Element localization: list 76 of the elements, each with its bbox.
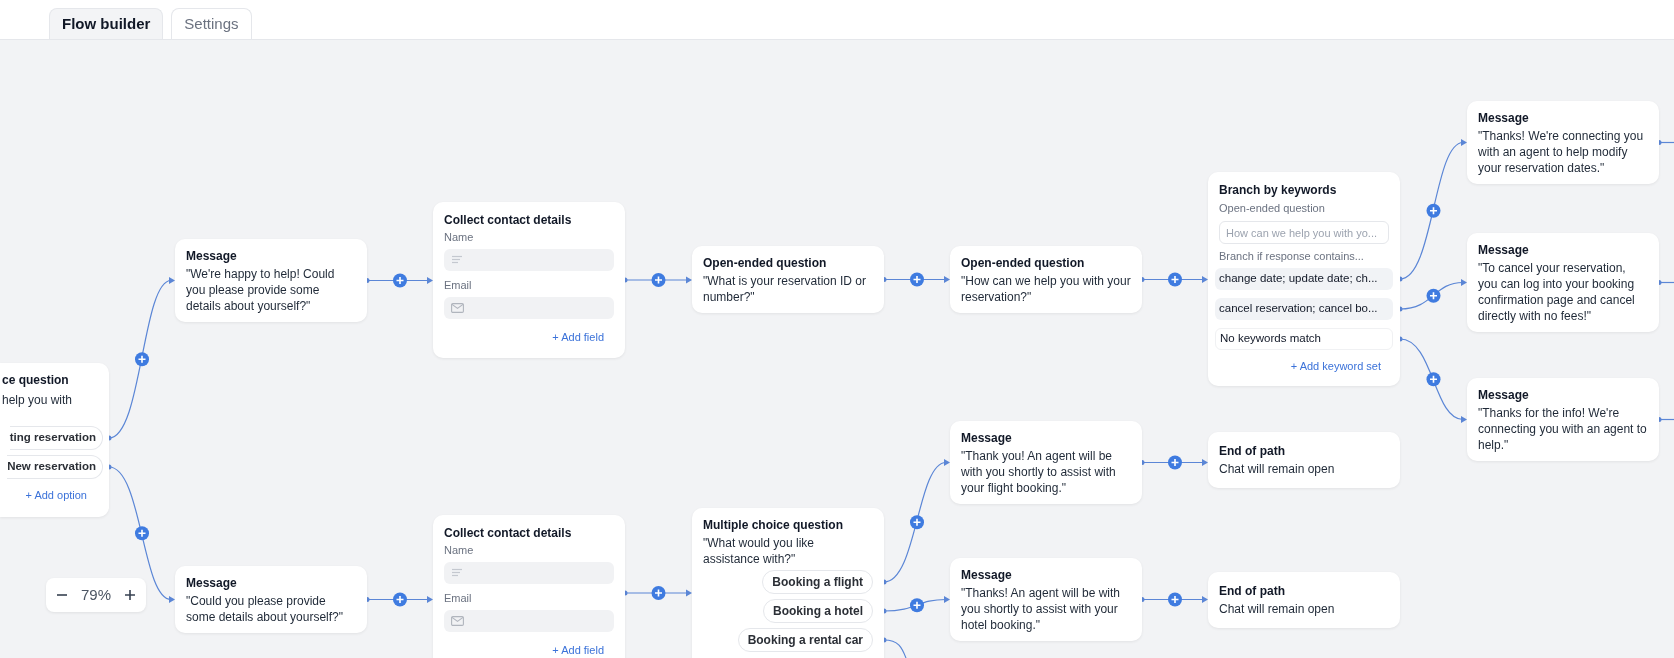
add-step-button[interactable] bbox=[1168, 592, 1182, 607]
card-title: Message bbox=[186, 575, 238, 591]
card-text: "What would you like assistance with?" bbox=[703, 535, 815, 567]
keyword-set[interactable]: change date; update date; ch... bbox=[1215, 268, 1393, 290]
zoom-in-button[interactable] bbox=[122, 587, 138, 603]
envelope-icon bbox=[451, 303, 464, 313]
add-step-button[interactable] bbox=[1426, 288, 1441, 303]
card-text: Chat will remain open bbox=[1219, 461, 1336, 477]
card-text: "Thank you! An agent will be with you shortly to assist with your flight booking." bbox=[961, 448, 1117, 496]
add-step-button[interactable] bbox=[910, 515, 924, 530]
card-text: "Thanks for the info! We're connecting you with an agent to help." bbox=[1478, 405, 1648, 453]
card-title: Message bbox=[961, 430, 1013, 446]
field-label: Name bbox=[444, 230, 475, 244]
add-step-button[interactable] bbox=[1426, 203, 1441, 218]
card-title: Message bbox=[186, 248, 238, 264]
input-field[interactable] bbox=[444, 249, 614, 271]
card-text: "Thanks! An agent will be with you shortly to assist with your hotel booking." bbox=[961, 585, 1121, 633]
add-step-button[interactable] bbox=[651, 586, 666, 600]
card-text: "How can we help you with your reservation?" bbox=[961, 273, 1131, 305]
card-title: ce question bbox=[2, 372, 70, 388]
input-field[interactable]: How can we help you with yo... bbox=[1219, 221, 1389, 244]
answer-option[interactable]: New reservation bbox=[7, 455, 103, 479]
field-label: Branch if response contains... bbox=[1219, 249, 1365, 263]
card-text: "What is your reservation ID or number?" bbox=[703, 273, 867, 305]
card-title: Collect contact details bbox=[444, 212, 573, 228]
answer-option[interactable]: Booking a rental car bbox=[737, 628, 873, 652]
add-link[interactable]: + Add field bbox=[444, 330, 614, 344]
card-title: End of path bbox=[1219, 583, 1286, 599]
card-text: "Thanks! We're connecting you with an agent to help modify your reservation dates." bbox=[1478, 128, 1645, 176]
input-field[interactable] bbox=[444, 562, 614, 584]
card-text: "We're happy to help! Could you please provide some details about yourself?" bbox=[186, 266, 336, 314]
answer-option[interactable]: Booking a flight bbox=[762, 570, 873, 594]
add-step-button[interactable] bbox=[135, 526, 149, 541]
card-title: Open-ended question bbox=[703, 255, 828, 271]
answer-option[interactable]: ting reservation bbox=[9, 426, 103, 450]
add-step-button[interactable] bbox=[651, 273, 666, 287]
add-step-button[interactable] bbox=[393, 592, 407, 607]
input-field[interactable] bbox=[444, 610, 614, 632]
zoom-level: 79% bbox=[81, 584, 111, 605]
card-title: Message bbox=[1478, 110, 1530, 126]
add-step-button[interactable] bbox=[1426, 372, 1441, 387]
keyword-set[interactable]: cancel reservation; cancel bo... bbox=[1215, 298, 1393, 320]
add-step-button[interactable] bbox=[135, 352, 149, 367]
card-title: Collect contact details bbox=[444, 525, 573, 541]
add-link[interactable]: + Add keyword set bbox=[1219, 359, 1389, 373]
card-title: Multiple choice question bbox=[703, 517, 844, 533]
add-step-button[interactable] bbox=[910, 598, 924, 613]
field-label: Email bbox=[444, 278, 473, 292]
add-link[interactable]: + Add field bbox=[444, 643, 614, 657]
answer-option[interactable]: Booking a hotel bbox=[763, 599, 873, 623]
field-label: Open-ended question bbox=[1219, 201, 1326, 215]
envelope-icon bbox=[451, 616, 464, 626]
fallback-branch[interactable]: No keywords match bbox=[1215, 328, 1393, 350]
card-title: Message bbox=[1478, 242, 1530, 258]
add-step-button[interactable] bbox=[1168, 272, 1182, 287]
card-text: "To cancel your reservation, you can log into your booking confirmation page and cancel directly with no fees!" bbox=[1478, 260, 1636, 324]
add-step-button[interactable] bbox=[393, 273, 407, 288]
add-step-button[interactable] bbox=[1168, 455, 1182, 470]
add-link[interactable]: + Add option bbox=[2, 488, 103, 502]
field-label: Email bbox=[444, 591, 473, 605]
lines-icon bbox=[451, 255, 463, 265]
input-field[interactable] bbox=[444, 297, 614, 319]
tab[interactable]: Flow builder bbox=[49, 8, 164, 39]
card-title: Branch by keywords bbox=[1219, 182, 1338, 198]
card-title: Open-ended question bbox=[961, 255, 1086, 271]
lines-icon bbox=[451, 568, 463, 578]
field-label: Name bbox=[444, 543, 475, 557]
card-title: Message bbox=[961, 567, 1013, 583]
add-step-button[interactable] bbox=[910, 272, 924, 287]
plus-icon bbox=[124, 589, 136, 601]
card-text: Chat will remain open bbox=[1219, 601, 1336, 617]
card-title: End of path bbox=[1219, 443, 1286, 459]
tab[interactable]: Settings bbox=[171, 8, 252, 39]
card-text: help you with bbox=[2, 392, 74, 408]
card-text: "Could you please provide some details about yourself?" bbox=[186, 593, 344, 625]
card-title: Message bbox=[1478, 387, 1530, 403]
